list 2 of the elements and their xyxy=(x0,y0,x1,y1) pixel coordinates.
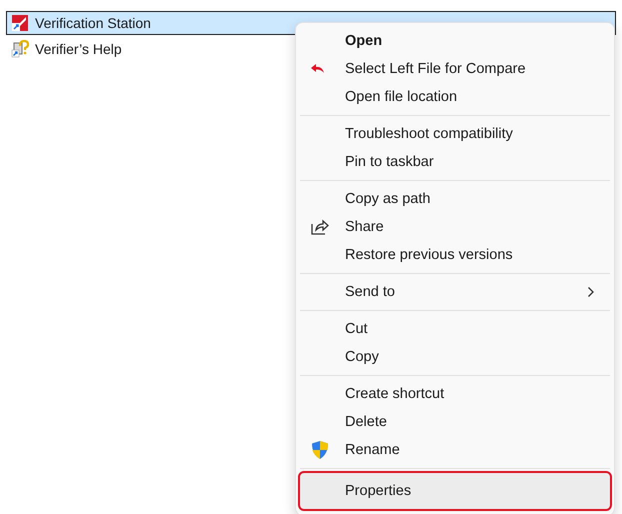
file-name: Verification Station xyxy=(35,15,151,31)
file-name: Verifier’s Help xyxy=(35,41,122,57)
